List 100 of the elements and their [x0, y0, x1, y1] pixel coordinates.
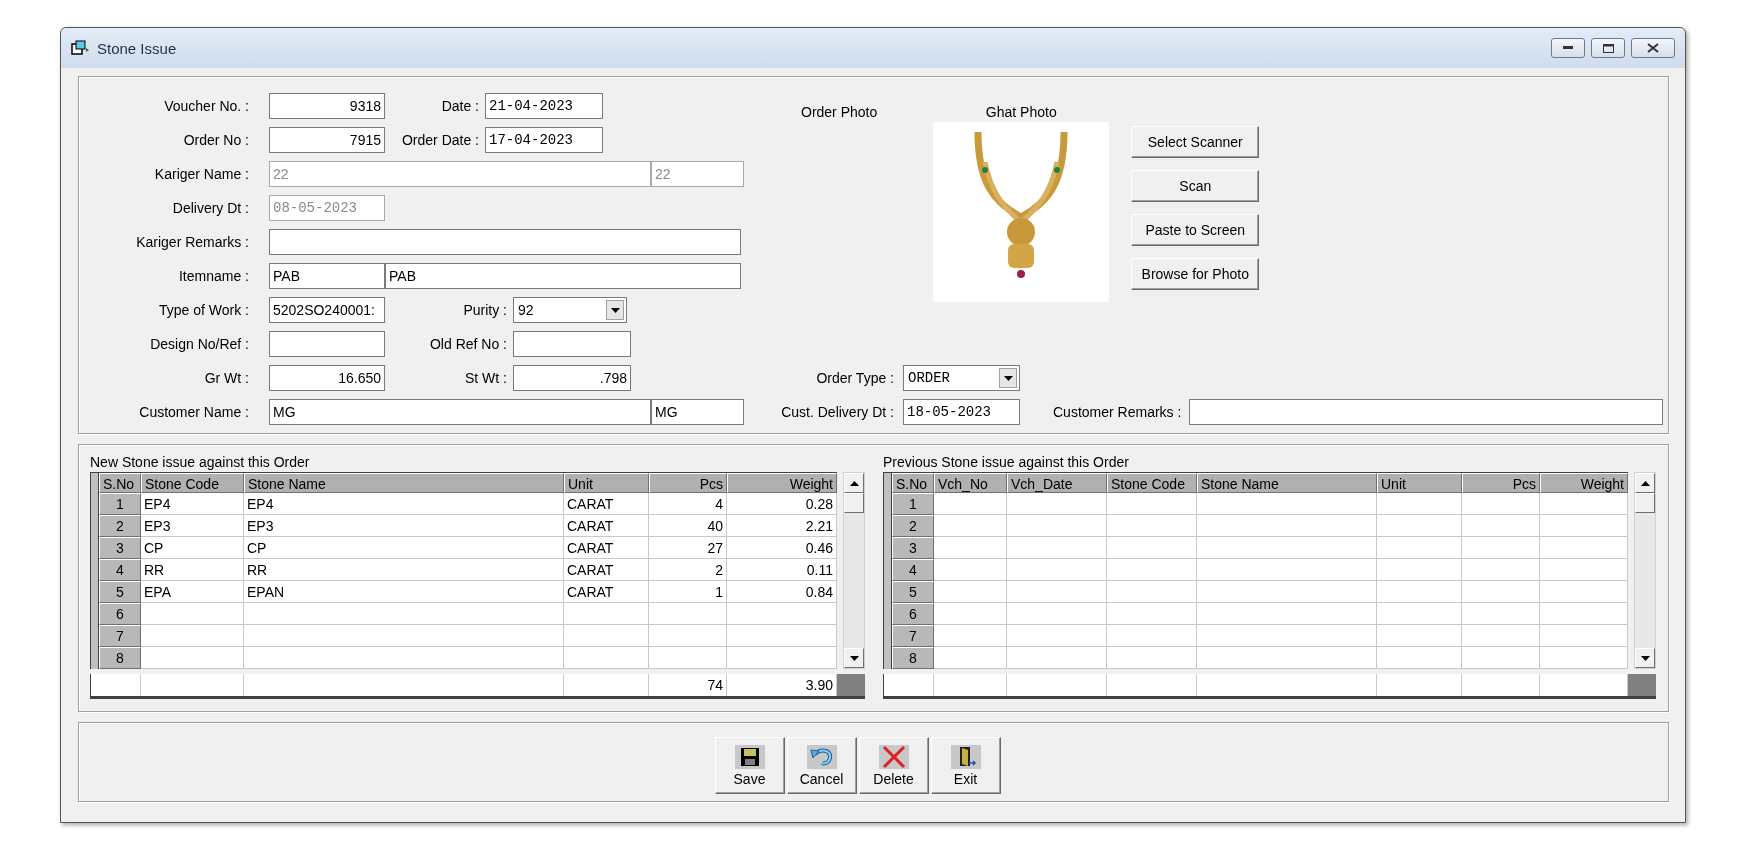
toolbar-button[interactable]: Cancel — [786, 737, 857, 794]
scroll-down-button[interactable] — [844, 648, 864, 668]
field-label: Gr Wt : — [203, 370, 249, 386]
dropdown[interactable]: ORDER — [903, 365, 1020, 391]
scroll-up-button[interactable] — [1635, 473, 1655, 493]
input-field[interactable] — [269, 229, 741, 255]
row-header[interactable]: 4 — [99, 559, 141, 581]
row-header[interactable]: 1 — [892, 493, 934, 515]
field-label: Voucher No. : — [163, 98, 249, 114]
row-header[interactable]: 1 — [99, 493, 141, 515]
column-header[interactable]: Pcs — [1462, 473, 1540, 493]
maximize-icon — [1602, 43, 1614, 53]
minimize-button[interactable] — [1551, 38, 1585, 58]
scrollbar[interactable] — [1634, 472, 1656, 669]
column-header[interactable]: Weight — [727, 473, 837, 493]
input-field[interactable]: PAB — [269, 263, 385, 289]
down-arrow-icon — [1640, 655, 1650, 661]
field-label: Customer Remarks : — [1053, 404, 1182, 420]
field-label: Order No : — [182, 132, 249, 148]
photo-action-button[interactable]: Scan — [1131, 170, 1260, 202]
scrollbar-thumb[interactable] — [844, 493, 864, 513]
field-label: Order Type : — [815, 370, 894, 386]
row-header[interactable]: 5 — [892, 581, 934, 603]
scrollbar-thumb[interactable] — [1635, 493, 1655, 513]
column-header[interactable]: S.No — [99, 473, 141, 493]
scroll-up-button[interactable] — [844, 473, 864, 493]
photo-label: Order Photo — [801, 104, 878, 120]
row-header[interactable]: 2 — [892, 515, 934, 537]
row-header[interactable]: 6 — [892, 603, 934, 625]
field-label: Kariger Name : — [153, 166, 249, 182]
field-label: Design No/Ref : — [149, 336, 249, 352]
row-header[interactable]: 5 — [99, 581, 141, 603]
column-header[interactable]: Stone Code — [141, 473, 244, 493]
window-title: Stone Issue — [97, 39, 177, 57]
row-header[interactable]: 8 — [99, 647, 141, 669]
toolbar-button[interactable]: Save — [714, 737, 785, 794]
input-field[interactable]: PAB — [385, 263, 741, 289]
date-field[interactable]: 18-05-2023 — [903, 399, 1020, 425]
field-label: Old Ref No : — [428, 336, 507, 352]
row-header[interactable]: 2 — [99, 515, 141, 537]
input-field[interactable]: 9318 — [269, 93, 385, 119]
column-header[interactable]: Stone Name — [1197, 473, 1377, 493]
row-header[interactable]: 6 — [99, 603, 141, 625]
close-button[interactable] — [1631, 38, 1675, 58]
caret-icon — [999, 368, 1017, 388]
grid-title: New Stone issue against this Order — [90, 455, 311, 472]
input-field[interactable]: .798 — [513, 365, 631, 391]
field-label: Order Date : — [400, 132, 479, 148]
scrollbar[interactable] — [843, 472, 865, 669]
column-header[interactable]: Unit — [564, 473, 649, 493]
photo-action-button[interactable]: Select Scanner — [1131, 126, 1260, 158]
input-field[interactable]: MG — [651, 399, 744, 425]
input-field[interactable] — [269, 331, 385, 357]
table-cell: CP — [141, 537, 244, 559]
grid-title: Previous Stone issue against this Order — [883, 455, 1130, 472]
minimize-icon — [1563, 46, 1573, 50]
toolbar-button[interactable]: Exit — [930, 737, 1001, 794]
row-header[interactable]: 8 — [892, 647, 934, 669]
up-arrow-icon — [849, 480, 859, 486]
row-header[interactable]: 7 — [892, 625, 934, 647]
input-field[interactable]: 5202SO240001: — [269, 297, 385, 323]
scroll-down-button[interactable] — [1635, 648, 1655, 668]
row-header[interactable]: 4 — [892, 559, 934, 581]
column-header[interactable]: Pcs — [649, 473, 727, 493]
table-cell: EP3 — [141, 515, 244, 537]
table-cell: CARAT — [564, 515, 649, 537]
toolbar-button[interactable]: Delete — [858, 737, 929, 794]
input-field[interactable] — [1189, 399, 1663, 425]
input-field[interactable]: 7915 — [269, 127, 385, 153]
row-header[interactable]: 3 — [892, 537, 934, 559]
table-cell: EP3 — [244, 515, 564, 537]
field-label: Type of Work : — [158, 302, 249, 318]
grid-corner — [1628, 674, 1656, 696]
total-cell: 74 — [649, 674, 727, 696]
column-header[interactable]: Vch_No — [934, 473, 1007, 493]
row-header[interactable]: 3 — [99, 537, 141, 559]
table-cell: 2 — [649, 559, 727, 581]
column-header[interactable]: Stone Code — [1107, 473, 1197, 493]
column-header[interactable]: Stone Name — [244, 473, 564, 493]
date-field[interactable]: 21-04-2023 — [485, 93, 603, 119]
table-cell: CARAT — [564, 581, 649, 603]
column-header[interactable]: Weight — [1540, 473, 1628, 493]
photo-action-button[interactable]: Paste to Screen — [1131, 214, 1260, 246]
photo-action-button[interactable]: Browse for Photo — [1131, 258, 1260, 290]
dropdown[interactable]: 92 — [513, 297, 627, 323]
input-field[interactable] — [513, 331, 631, 357]
column-header[interactable]: S.No — [892, 473, 934, 493]
field-label: Cust. Delivery Dt : — [780, 404, 894, 420]
table-cell: CARAT — [564, 559, 649, 581]
column-header[interactable]: Unit — [1377, 473, 1462, 493]
column-header[interactable]: Vch_Date — [1007, 473, 1107, 493]
input-field[interactable]: MG — [269, 399, 651, 425]
up-arrow-icon — [1640, 480, 1650, 486]
photo-label: Ghat Photo — [985, 104, 1057, 120]
maximize-button[interactable] — [1591, 38, 1625, 58]
table-cell: 27 — [649, 537, 727, 559]
input-field[interactable]: 16.650 — [269, 365, 385, 391]
table-cell: EP4 — [141, 493, 244, 515]
row-header[interactable]: 7 — [99, 625, 141, 647]
date-field[interactable]: 17-04-2023 — [485, 127, 603, 153]
